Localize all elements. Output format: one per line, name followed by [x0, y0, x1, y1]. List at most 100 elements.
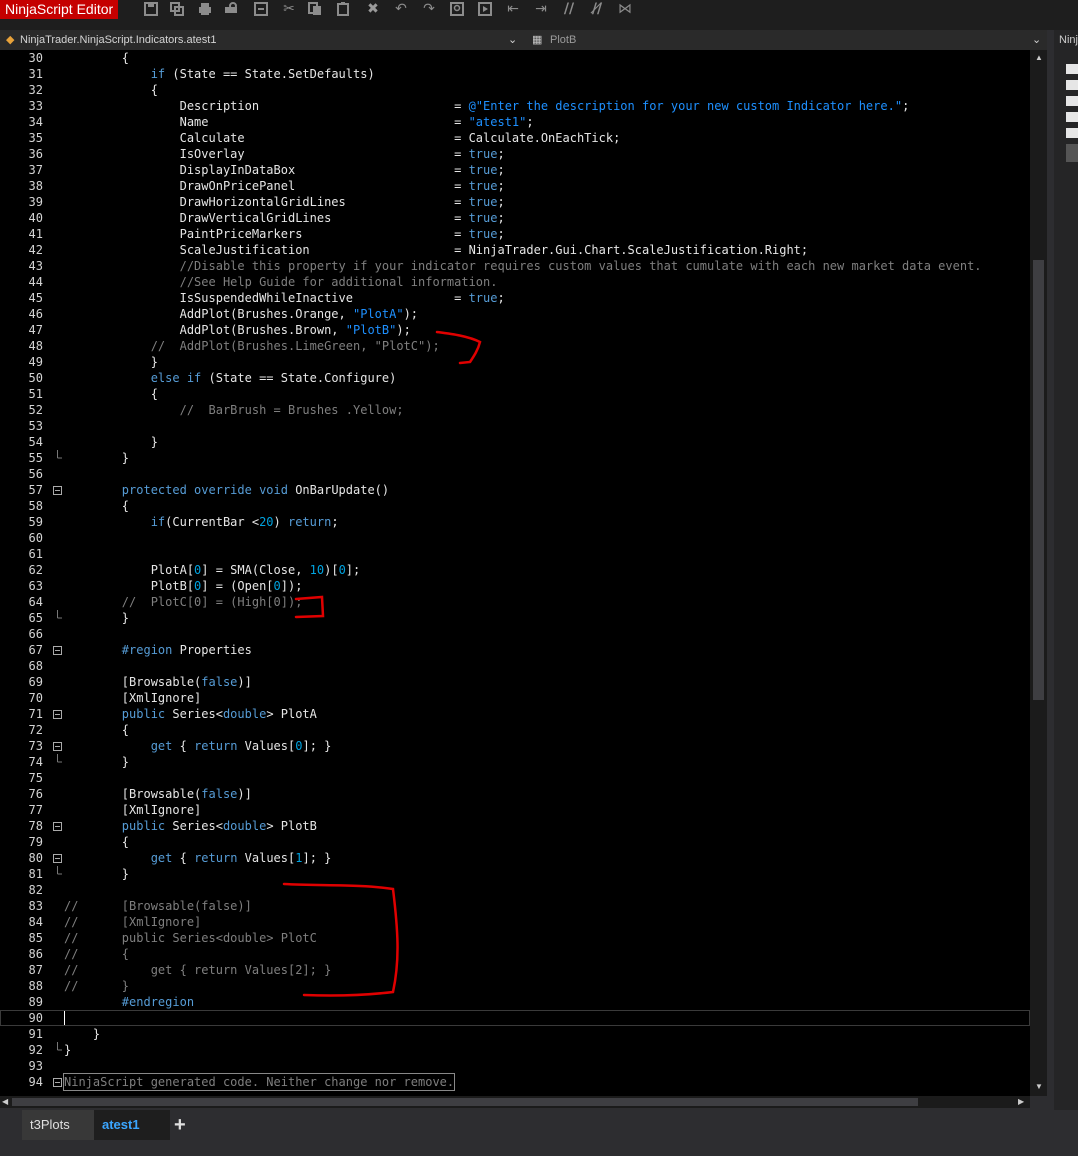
code-text: // PlotC[0] = (High[0]); — [64, 594, 303, 610]
line-number: 52 — [28, 403, 43, 417]
collapse-toggle-icon[interactable] — [53, 706, 63, 722]
code-token: { — [64, 51, 130, 65]
fold-end-marker — [53, 450, 63, 466]
code-text: DrawHorizontalGridLines = true; — [64, 194, 505, 210]
save-icon[interactable] — [142, 1, 160, 18]
code-line: 80 get { return Values[1]; } — [0, 850, 1030, 866]
code-token: // BarBrush = Brushes .Yellow; — [179, 403, 404, 417]
code-token: ]); — [280, 579, 303, 593]
line-number: 75 — [28, 771, 43, 785]
add-tab-button[interactable]: + — [166, 1110, 210, 1140]
code-editor[interactable]: 30 {31 if (State == State.SetDefaults) 32… — [0, 50, 1030, 1096]
line-number: 68 — [28, 659, 43, 673]
line-number: 53 — [28, 419, 43, 433]
print-icon[interactable] — [196, 1, 214, 18]
vertical-scrollbar-thumb[interactable] — [1033, 260, 1044, 700]
comment-icon[interactable]: // — [560, 1, 578, 18]
horizontal-scrollbar-thumb[interactable] — [12, 1098, 918, 1106]
code-text: public Series<double> PlotA — [64, 706, 317, 722]
line-number: 38 — [28, 179, 43, 193]
line-number: 69 — [28, 675, 43, 689]
tab-atest1[interactable]: atest1 — [94, 1110, 170, 1140]
collapse-toggle-icon[interactable] — [53, 850, 63, 866]
code-token: false — [201, 787, 238, 801]
scroll-left-icon[interactable]: ◀ — [2, 1097, 8, 1106]
collapse-toggle-icon[interactable] — [53, 482, 63, 498]
collapse-toggle-icon[interactable] — [53, 738, 63, 754]
code-text: // { — [64, 946, 129, 962]
scroll-up-icon[interactable]: ▲ — [1035, 53, 1043, 62]
indent-increase-icon[interactable]: ⇥ — [532, 1, 550, 18]
code-text: } — [64, 1042, 71, 1058]
line-number: 79 — [28, 835, 43, 849]
code-token: > PlotB — [266, 819, 317, 833]
class-dropdown[interactable]: ◆ NinjaTrader.NinjaScript.Indicators.ate… — [0, 30, 526, 50]
code-line: 57 protected override void OnBarUpdate() — [0, 482, 1030, 498]
code-token: DisplayInDataBox = — [64, 163, 469, 177]
code-token: ; — [497, 211, 505, 225]
code-token: ; — [497, 291, 505, 305]
indent-decrease-icon[interactable]: ⇤ — [504, 1, 522, 18]
line-number: 46 — [28, 307, 43, 321]
code-line: 38 DrawOnPricePanel = true; — [0, 178, 1030, 194]
line-number: 31 — [28, 67, 43, 81]
code-token: return — [194, 739, 238, 753]
copy-icon[interactable] — [306, 1, 324, 18]
line-number: 78 — [28, 819, 43, 833]
code-token: DrawHorizontalGridLines = — [64, 195, 469, 209]
right-panel-title: Ninj — [1059, 34, 1078, 46]
code-text: } — [64, 754, 129, 770]
chevron-down-icon[interactable]: ⌄ — [508, 32, 517, 48]
code-line: 92} — [0, 1042, 1030, 1058]
code-line: 68 — [0, 658, 1030, 674]
line-number: 35 — [28, 131, 43, 145]
find-icon[interactable] — [448, 1, 466, 18]
print-preview-icon[interactable] — [222, 1, 240, 18]
run-icon[interactable] — [476, 1, 494, 18]
code-token: ]; } — [302, 851, 332, 865]
code-token: } — [64, 1027, 101, 1041]
line-number: 94 — [28, 1075, 43, 1089]
line-number: 48 — [28, 339, 43, 353]
code-line: 33 Description = @"Enter the description… — [0, 98, 1030, 114]
code-token: else if — [150, 371, 202, 385]
cut-icon[interactable]: ✂ — [280, 1, 298, 18]
right-side-panel: Ninj — [1054, 30, 1078, 1110]
scroll-right-icon[interactable]: ▶ — [1018, 1097, 1024, 1106]
horizontal-scrollbar[interactable]: ◀ ▶ — [0, 1096, 1030, 1108]
code-line: 50 else if (State == State.Configure) — [0, 370, 1030, 386]
vertical-scrollbar[interactable]: ▲ ▼ — [1030, 50, 1047, 1096]
paste-icon[interactable] — [334, 1, 352, 18]
code-token: get — [150, 851, 173, 865]
collapse-toggle-icon[interactable] — [53, 1074, 63, 1090]
code-line: 77 [XmlIgnore] — [0, 802, 1030, 818]
visual-studio-icon[interactable]: ⋈ — [616, 1, 634, 18]
collapse-toggle-icon[interactable] — [53, 818, 63, 834]
collapse-toggle-icon[interactable] — [53, 642, 63, 658]
code-line: 90 — [0, 1010, 1030, 1026]
line-number: 44 — [28, 275, 43, 289]
code-token: // AddPlot(Brushes.LimeGreen, "PlotC"); — [64, 339, 440, 353]
code-token: ; — [526, 115, 534, 129]
tab-t3plots[interactable]: t3Plots — [22, 1110, 94, 1140]
code-text: { — [64, 498, 129, 514]
compile-icon[interactable] — [252, 1, 270, 18]
undo-icon[interactable]: ↶ — [392, 1, 410, 18]
code-token: { — [172, 739, 195, 753]
scroll-down-icon[interactable]: ▼ — [1035, 1082, 1043, 1091]
code-line: 31 if (State == State.SetDefaults) — [0, 66, 1030, 82]
line-number: 47 — [28, 323, 43, 337]
save-all-icon[interactable] — [168, 1, 186, 18]
delete-icon[interactable]: ✖ — [364, 1, 382, 18]
member-dropdown[interactable]: ▦ PlotB ⌄ — [528, 30, 1047, 50]
code-token: if — [150, 515, 166, 529]
uncomment-icon[interactable]: //̸ — [588, 1, 606, 18]
code-token: Calculate = Calculate.OnEachTick; — [64, 131, 621, 145]
code-text: { — [64, 50, 129, 66]
line-number: 42 — [28, 243, 43, 257]
chevron-down-icon[interactable]: ⌄ — [1032, 32, 1041, 48]
redo-icon[interactable]: ↷ — [420, 1, 438, 18]
code-token: "PlotA" — [352, 307, 404, 321]
line-number: 32 — [28, 83, 43, 97]
